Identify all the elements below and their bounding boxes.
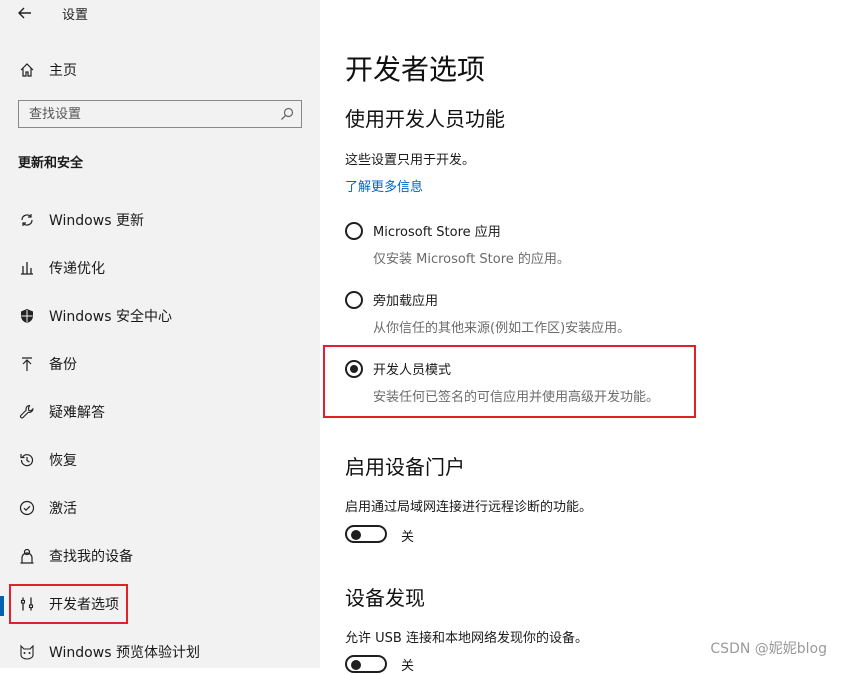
device-discovery-toggle[interactable] <box>345 655 387 673</box>
radio-option-label: 开发人员模式 <box>373 363 452 378</box>
sidebar-item-windows-update[interactable]: Windows 更新 <box>10 200 310 240</box>
search-input[interactable] <box>19 101 279 127</box>
radio-button[interactable] <box>345 221 363 240</box>
learn-more-link[interactable]: 了解更多信息 <box>345 176 423 195</box>
sidebar-item-find-my-device[interactable]: 查找我的设备 <box>10 536 310 576</box>
sidebar-item-label: Windows 预览体验计划 <box>49 645 200 661</box>
wrench-icon <box>12 404 42 420</box>
radio-button[interactable] <box>345 290 363 309</box>
radio-option-sideload[interactable]: 旁加载应用 <box>345 290 438 309</box>
radio-option-description: 仅安装 Microsoft Store 的应用。 <box>373 252 570 267</box>
sidebar-item-label: Windows 安全中心 <box>49 309 172 325</box>
search-icon[interactable] <box>279 106 295 122</box>
sidebar-item-delivery-optimization[interactable]: 传递优化 <box>10 248 310 288</box>
device-discovery-heading: 设备发现 <box>345 586 425 610</box>
shield-icon <box>12 308 42 324</box>
radio-option-label: Microsoft Store 应用 <box>373 225 501 240</box>
highlight-box-developer-mode <box>323 345 696 418</box>
recovery-icon <box>12 452 42 468</box>
sidebar-item-recovery[interactable]: 恢复 <box>10 440 310 480</box>
device-discovery-toggle-state: 关 <box>401 659 415 674</box>
device-discovery-description: 允许 USB 连接和本地网络发现你的设备。 <box>345 631 588 646</box>
sync-icon <box>12 212 42 228</box>
sidebar-item-label: 查找我的设备 <box>49 549 133 565</box>
page-title: 开发者选项 <box>345 53 486 86</box>
dev-features-heading: 使用开发人员功能 <box>345 107 505 131</box>
sidebar-item-label: 疑难解答 <box>49 405 105 421</box>
toggle-knob <box>351 660 361 670</box>
cat-icon <box>12 644 42 660</box>
radio-option-description: 从你信任的其他来源(例如工作区)安装应用。 <box>373 321 631 336</box>
device-portal-toggle[interactable] <box>345 525 387 543</box>
device-portal-heading: 启用设备门户 <box>345 455 465 479</box>
nav-home[interactable]: 主页 <box>10 54 310 86</box>
device-portal-description: 启用通过局域网连接进行远程诊断的功能。 <box>345 500 593 515</box>
check-circle-icon <box>12 500 42 516</box>
sidebar-item-label: 备份 <box>49 357 77 373</box>
sidebar-item-windows-insider[interactable]: Windows 预览体验计划 <box>10 632 310 672</box>
search-box[interactable] <box>18 100 302 128</box>
sidebar-item-label: 恢复 <box>49 453 77 469</box>
radio-option-label: 旁加载应用 <box>373 294 439 309</box>
radio-option-store[interactable]: Microsoft Store 应用 <box>345 221 501 240</box>
sidebar-item-label: 激活 <box>49 501 77 517</box>
delivery-optimization-icon <box>12 260 42 276</box>
selected-indicator <box>0 596 4 616</box>
watermark: CSDN @妮妮blog <box>710 641 827 657</box>
backup-arrow-icon <box>12 356 42 372</box>
sidebar-item-backup[interactable]: 备份 <box>10 344 310 384</box>
sidebar-item-label: 开发者选项 <box>49 597 119 613</box>
section-title: 更新和安全 <box>18 156 84 171</box>
radio-button-selected[interactable] <box>345 359 363 378</box>
back-arrow-icon <box>18 7 31 19</box>
sidebar-item-activation[interactable]: 激活 <box>10 488 310 528</box>
sidebar: 设置 主页 更新和安全 Windows 更新 传递优化 Windows 安全中心 <box>0 0 320 668</box>
nav-home-label: 主页 <box>49 63 77 79</box>
radio-option-description: 安装任何已签名的可信应用并使用高级开发功能。 <box>373 390 660 405</box>
device-portal-toggle-state: 关 <box>401 530 415 545</box>
radio-option-developer-mode[interactable]: 开发人员模式 <box>345 359 451 378</box>
developer-tools-icon <box>12 596 42 612</box>
app-title: 设置 <box>62 8 89 23</box>
sidebar-item-windows-security[interactable]: Windows 安全中心 <box>10 296 310 336</box>
toggle-knob <box>351 530 361 540</box>
dev-features-description: 这些设置只用于开发。 <box>345 153 476 168</box>
main-content: 开发者选项 使用开发人员功能 这些设置只用于开发。 了解更多信息 Microso… <box>320 0 841 674</box>
sidebar-item-developer-options[interactable]: 开发者选项 <box>10 584 310 624</box>
sidebar-item-label: 传递优化 <box>49 261 105 277</box>
radio-dot <box>350 364 358 373</box>
back-button[interactable] <box>8 0 42 26</box>
sidebar-item-troubleshoot[interactable]: 疑难解答 <box>10 392 310 432</box>
sidebar-item-label: Windows 更新 <box>49 213 144 229</box>
person-location-icon <box>12 548 42 564</box>
home-icon <box>12 62 42 78</box>
